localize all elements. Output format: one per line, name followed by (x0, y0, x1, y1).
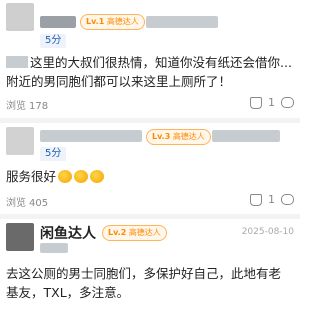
post-date: 2025-08-10 (241, 227, 294, 237)
like-count: 1 (268, 193, 275, 206)
username[interactable]: 闲鱼达人 (40, 223, 96, 243)
avatar[interactable] (6, 127, 34, 155)
review-text: 服务很好 (6, 167, 292, 186)
badge-level: Lv.3 (152, 132, 171, 141)
like-icon[interactable] (250, 96, 262, 109)
badge-title: 高德达人 (128, 228, 161, 237)
blurred-info (212, 130, 280, 142)
username-blurred[interactable] (40, 16, 76, 28)
username-blurred[interactable] (40, 130, 142, 142)
badge-level: Lv.1 (86, 17, 105, 26)
post-actions: 1 (250, 193, 294, 206)
comment-icon[interactable] (281, 194, 294, 205)
blurred-text (6, 56, 28, 68)
post-actions: 1 (250, 96, 294, 109)
review-text-body: 服务很好 (6, 169, 57, 184)
avatar[interactable] (6, 3, 34, 31)
views-number: 178 (29, 101, 49, 112)
blurred-info (146, 16, 218, 28)
review-text: 这里的大叔们很热情，知道你没有纸还会借你...附近的男同胞们都可以来这里上厕所了… (6, 53, 292, 91)
level-badge: Lv.3 高德达人 (146, 129, 211, 145)
review-text-body: 去这公厕的男士同胞们，多保护好自己，此地有老基友，TXL，多注意。 (6, 266, 282, 300)
view-count: 浏览 178 (6, 97, 48, 112)
avatar[interactable] (6, 223, 34, 251)
rating-score: 5分 (40, 34, 67, 48)
review-post-2: Lv.3 高德达人 5分 服务很好 浏览 405 1 (0, 123, 300, 218)
thumbs-up-emoji (90, 170, 105, 183)
comment-icon[interactable] (281, 97, 294, 108)
blurred-info (40, 243, 68, 253)
view-count: 浏览 405 (6, 194, 48, 209)
review-post-1: Lv.1 高德达人 5分 这里的大叔们很热情，知道你没有纸还会借你...附近的男… (0, 0, 300, 120)
views-label: 浏览 (6, 101, 26, 112)
thumbs-up-emoji (58, 170, 73, 183)
views-label: 浏览 (6, 198, 26, 209)
views-number: 405 (29, 198, 49, 209)
review-post-3: 闲鱼达人 Lv.2 高德达人 2025-08-10 去这公厕的男士同胞们，多保护… (0, 219, 300, 310)
badge-level: Lv.2 (108, 228, 127, 237)
like-count: 1 (268, 96, 275, 109)
rating-score: 5分 (40, 147, 67, 161)
thumbs-up-emoji (74, 170, 89, 183)
like-icon[interactable] (250, 193, 262, 206)
review-text-body: 这里的大叔们很热情，知道你没有纸还会借你...附近的男同胞们都可以来这里上厕所了… (6, 55, 292, 89)
badge-title: 高德达人 (172, 132, 205, 141)
level-badge: Lv.1 高德达人 (80, 14, 145, 30)
level-badge: Lv.2 高德达人 (102, 225, 167, 241)
badge-title: 高德达人 (106, 17, 139, 26)
review-text: 去这公厕的男士同胞们，多保护好自己，此地有老基友，TXL，多注意。 (6, 264, 292, 302)
